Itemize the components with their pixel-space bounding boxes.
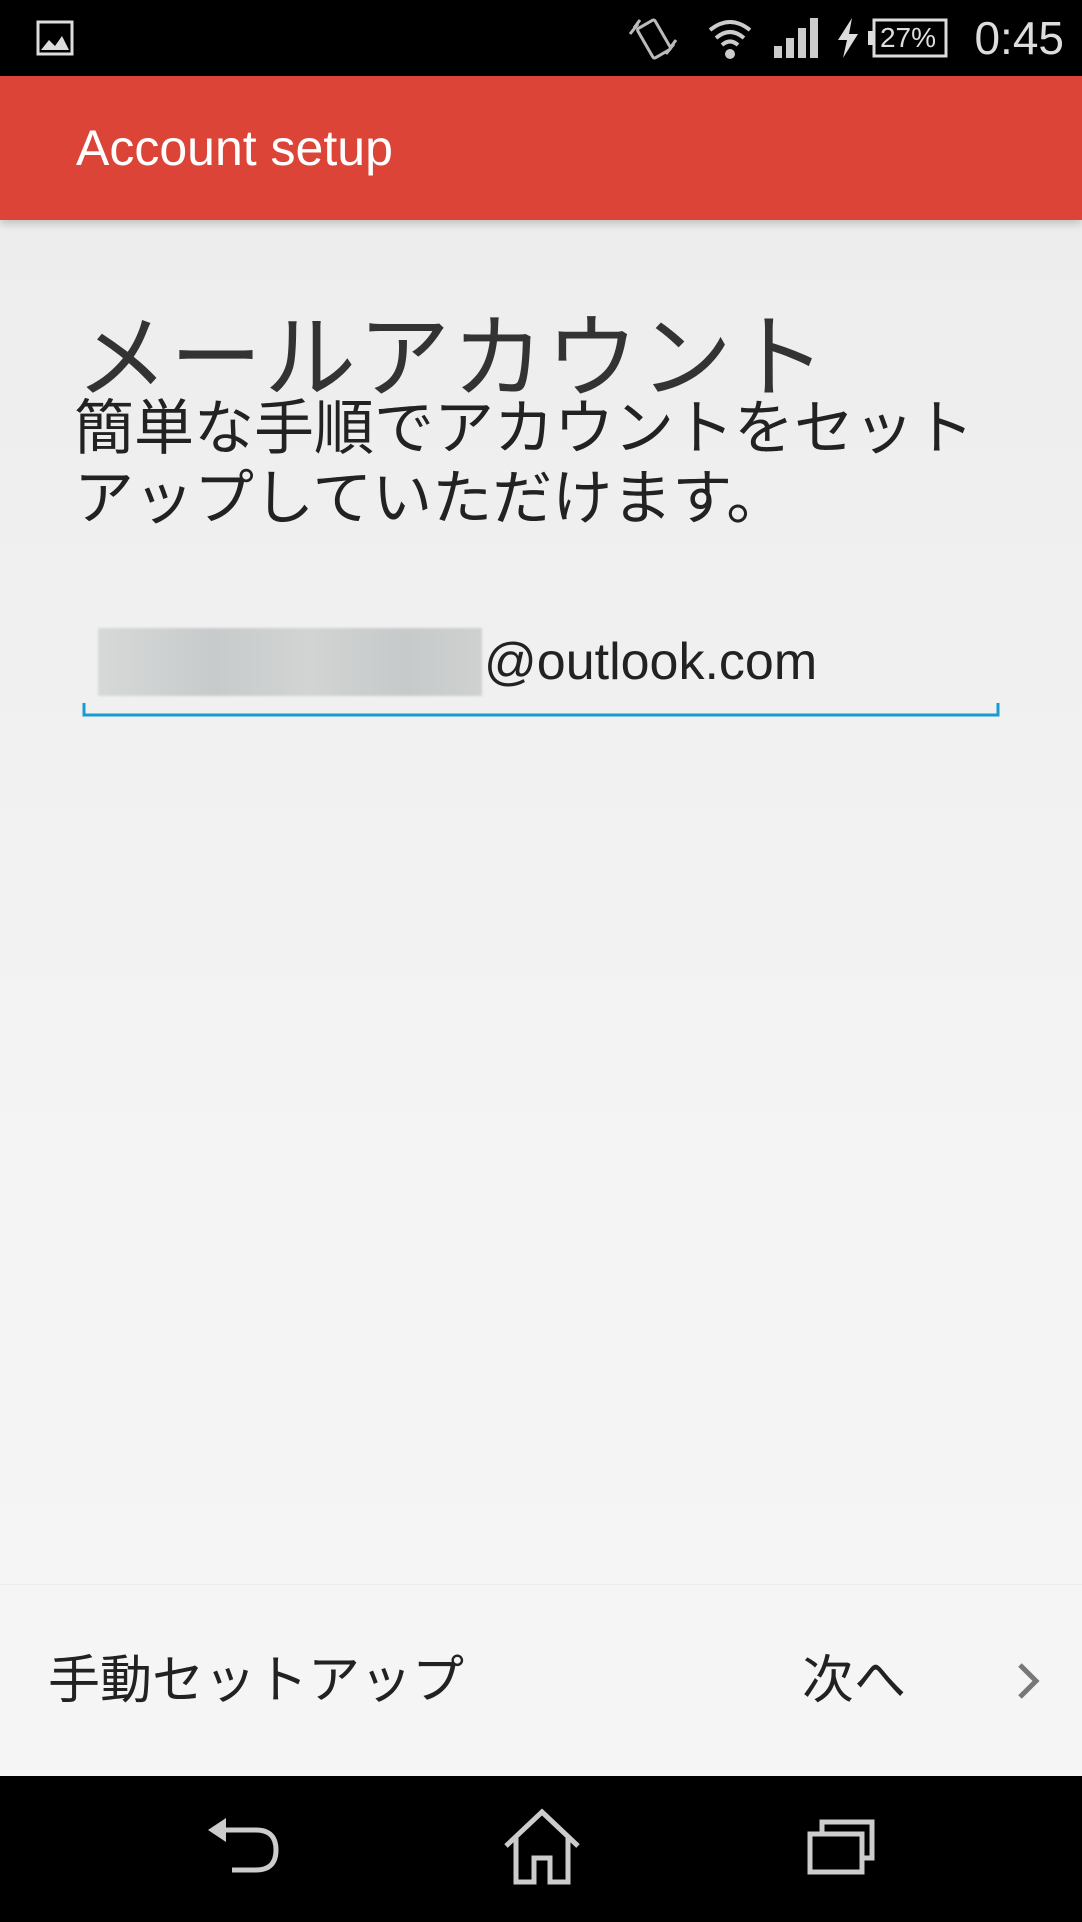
status-bar: 27% 0:45 [0,0,1082,76]
charging-icon [834,16,862,64]
chevron-right-icon [1014,1661,1042,1705]
battery-icon: 27% [868,18,948,58]
action-bar: 手動セットアップ 次へ [0,1584,1082,1777]
recent-apps-icon[interactable] [806,1816,876,1880]
app-bar: Account setup [0,76,1082,220]
email-domain: @outlook.com [484,633,818,691]
manual-setup-button[interactable]: 手動セットアップ [48,1585,464,1777]
gallery-icon [36,20,74,60]
next-button-label: 次へ [802,1651,907,1711]
page-subtitle: 簡単な手順でアカウントをセットアップしていただけます。 [74,394,974,534]
setup-content: メールアカウント 簡単な手順でアカウントをセットアップしていただけます。 @ou… [0,220,1082,1584]
app-bar-title: Account setup [76,120,393,176]
vibrate-icon [628,14,680,66]
email-field[interactable]: @outlook.com [84,620,998,696]
email-field-underline [82,702,1000,721]
back-icon[interactable] [204,1812,284,1886]
signal-icon [772,14,822,64]
battery-level: 27% [879,22,937,53]
wifi-icon [706,14,754,64]
next-button[interactable]: 次へ [802,1585,1042,1777]
email-username-redacted [98,628,482,696]
navigation-bar [0,1776,1082,1922]
home-icon[interactable] [500,1808,584,1892]
clock: 0:45 [974,12,1064,64]
